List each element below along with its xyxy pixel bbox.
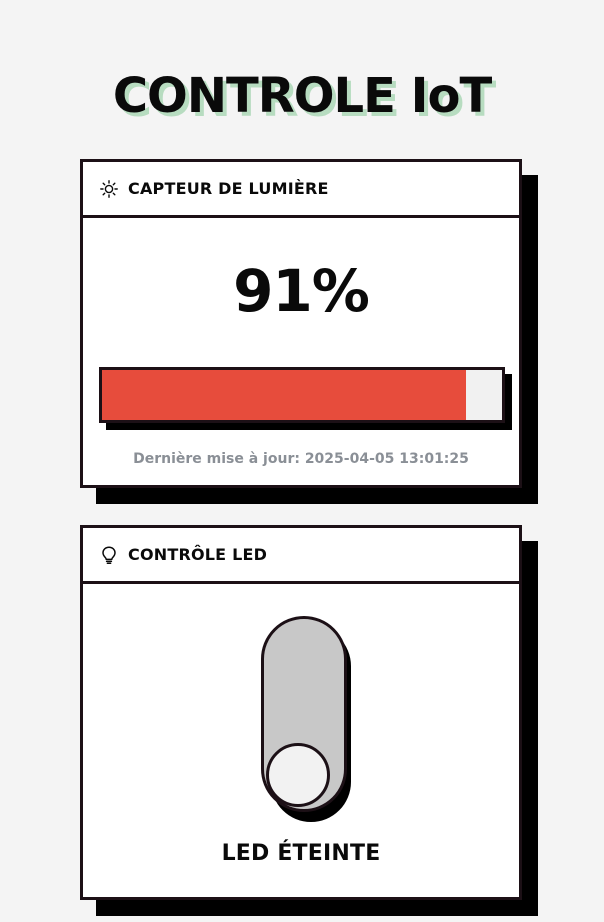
light-sensor-card-header: CAPTEUR DE LUMIÈRE [83, 162, 519, 218]
light-sensor-card: CAPTEUR DE LUMIÈRE 91% Dernière mise à j… [80, 159, 522, 488]
light-level-bar-fill [102, 370, 466, 420]
light-sensor-title: CAPTEUR DE LUMIÈRE [128, 179, 329, 198]
led-control-card-header: CONTRÔLE LED [83, 528, 519, 584]
light-level-bar [99, 367, 512, 430]
led-control-title: CONTRÔLE LED [128, 545, 268, 564]
sun-icon [99, 179, 119, 199]
page-title: CONTROLE IoT [112, 68, 492, 124]
iot-dashboard: CONTROLE IoT CAPTEUR DE LUMIÈRE 91% Dern… [0, 0, 604, 922]
light-level-value: 91% [233, 257, 370, 325]
led-toggle-knob[interactable] [266, 743, 330, 807]
led-toggle-switch[interactable] [261, 616, 357, 822]
led-status-label: LED ÉTEINTE [221, 841, 381, 866]
led-control-card: CONTRÔLE LED LED ÉTEINTE [80, 525, 522, 900]
last-update-timestamp: Dernière mise à jour: 2025-04-05 13:01:2… [133, 451, 469, 467]
lightbulb-icon [99, 545, 119, 565]
light-level-bar-track [99, 367, 505, 423]
